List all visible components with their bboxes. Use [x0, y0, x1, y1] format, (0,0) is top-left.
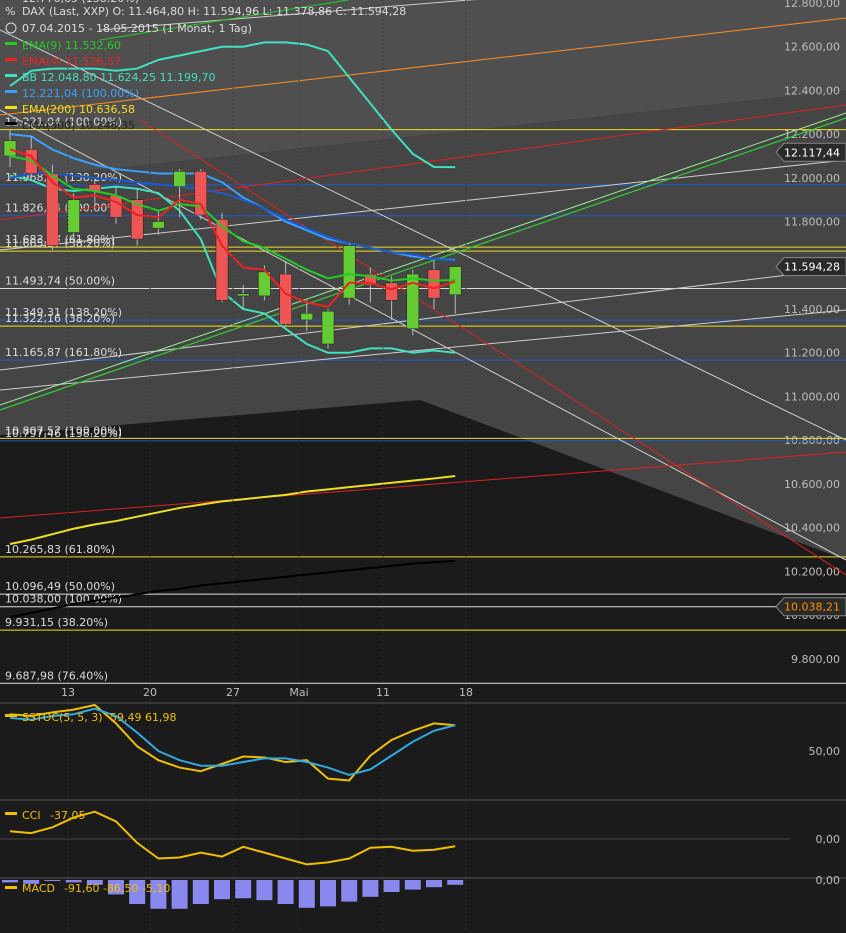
y-tick-label: 11.400,00 — [784, 303, 840, 316]
candle-body[interactable] — [109, 195, 123, 218]
stoch-title: SSTOC(5, 5, 3) — [22, 711, 103, 724]
fib-label: 11.493,74 (50.00%) — [5, 274, 115, 287]
macd-bar — [447, 880, 464, 885]
fib-label: 10.265,83 (61.80%) — [5, 543, 115, 556]
y-tick-label: 11.200,00 — [784, 347, 840, 360]
x-tick-label: 18 — [459, 686, 473, 699]
candle-body[interactable] — [236, 293, 250, 297]
stoch-values: 59,49 61,98 — [110, 711, 176, 724]
y-tick-label: 12.600,00 — [784, 41, 840, 54]
candle-body[interactable] — [194, 171, 208, 216]
macd-bar — [320, 880, 336, 907]
macd-bar — [256, 880, 273, 901]
y-tick-label: 10.200,00 — [784, 565, 840, 578]
fib-label: 10.096,49 (50.00%) — [5, 580, 115, 593]
legend-label: EMA(300) 10.248,35 — [22, 119, 135, 132]
macd-bar — [362, 880, 379, 897]
macd-bar — [2, 880, 18, 883]
macd-bar — [404, 880, 421, 890]
price-badge-label: 10.038,21 — [784, 601, 840, 614]
fib-label: 9.687,98 (76.40%) — [5, 669, 108, 682]
macd-bar — [341, 880, 358, 902]
y-tick-label: 10.400,00 — [784, 522, 840, 535]
legend-swatch — [5, 106, 17, 109]
cci-values: -37,05 — [50, 809, 85, 822]
candle-body[interactable] — [215, 219, 229, 301]
chart-svg[interactable]: 12.800,0012.600,0012.400,0012.200,0012.0… — [0, 0, 846, 930]
cci-title: CCI — [22, 809, 41, 822]
legend-swatch — [5, 42, 17, 45]
candle-body[interactable] — [3, 140, 17, 157]
legend-swatch — [5, 886, 17, 889]
stoch-tick: 50,00 — [809, 745, 841, 758]
y-tick-label: 11.800,00 — [784, 216, 840, 229]
legend-swatch — [5, 714, 17, 717]
y-tick-label: 12.800,00 — [784, 0, 840, 10]
legend-label: EMA(9) 11.532,60 — [22, 39, 121, 52]
x-tick-label: 13 — [61, 686, 75, 699]
header-top-clipped: 12.776,65 (138.20%) — [22, 0, 139, 5]
y-tick-label: 9.800,00 — [791, 653, 840, 666]
legend-label: 12.221,04 (100.00%) — [22, 87, 139, 100]
candle-body[interactable] — [385, 282, 398, 301]
header-symbol: DAX (Last, XXP) O: 11.464,80 H: 11.594,9… — [22, 5, 406, 18]
y-tick-label: 10.600,00 — [784, 478, 840, 491]
macd-bar — [277, 880, 294, 904]
macd-bar — [44, 880, 61, 881]
macd-values: -91,60 -86,50 -5,10 — [64, 882, 170, 895]
legend-swatch — [5, 74, 17, 77]
legend-swatch — [5, 58, 17, 61]
legend-swatch — [5, 812, 17, 815]
x-tick-label: Mai — [289, 686, 308, 699]
y-tick-label: 12.400,00 — [784, 84, 840, 97]
x-tick-label: 11 — [376, 686, 390, 699]
header-date: 07.04.2015 - 18.05.2015 (1 Monat, 1 Tag) — [22, 22, 252, 35]
macd-bar — [235, 880, 252, 899]
macd-tick: 0,00 — [816, 874, 841, 887]
candle-body[interactable] — [342, 245, 356, 299]
price-badge-label: 12.117,44 — [784, 146, 840, 159]
fib-label: 11.826,94 (200.00%) — [5, 202, 122, 215]
macd-title: MACD — [22, 882, 55, 895]
legend-swatch — [5, 90, 17, 93]
x-tick-label: 20 — [143, 686, 157, 699]
price-badge-label: 11.594,28 — [784, 261, 840, 274]
candle-body[interactable] — [152, 221, 165, 229]
legend-label: BB 12.048,80 11.624,25 11.199,70 — [22, 71, 216, 84]
macd-bar — [298, 880, 315, 908]
macd-bar — [192, 880, 209, 904]
fib-label: 9.931,15 (38.20%) — [5, 616, 108, 629]
macd-bar — [383, 880, 400, 892]
candle-body[interactable] — [321, 310, 335, 345]
macd-bar — [171, 880, 188, 909]
candle-body[interactable] — [300, 313, 314, 321]
y-tick-label: 11.000,00 — [784, 390, 840, 403]
fib-label: 10.797,46 (138.20%) — [5, 427, 122, 440]
candle-body[interactable] — [279, 273, 292, 325]
y-tick-label: 12.000,00 — [784, 172, 840, 185]
legend-label: EMA(4) 11.526,57 — [22, 55, 121, 68]
candle-body[interactable] — [173, 171, 186, 187]
legend-swatch — [5, 122, 17, 125]
candle-body[interactable] — [427, 269, 441, 299]
x-tick-label: 27 — [226, 686, 240, 699]
macd-bar — [214, 880, 230, 900]
cci-tick: 0,00 — [816, 833, 841, 846]
dax-chart[interactable]: 12.800,00 12.600,00 12.400,00 12.200,00 12.0… — [0, 0, 846, 930]
macd-bar — [426, 880, 442, 888]
legend-label: EMA(200) 10.636,58 — [22, 103, 135, 116]
candle-body[interactable] — [67, 199, 80, 233]
percent-icon: % — [5, 5, 15, 18]
fib-label: 11.322,16 (38.20%) — [5, 312, 115, 325]
